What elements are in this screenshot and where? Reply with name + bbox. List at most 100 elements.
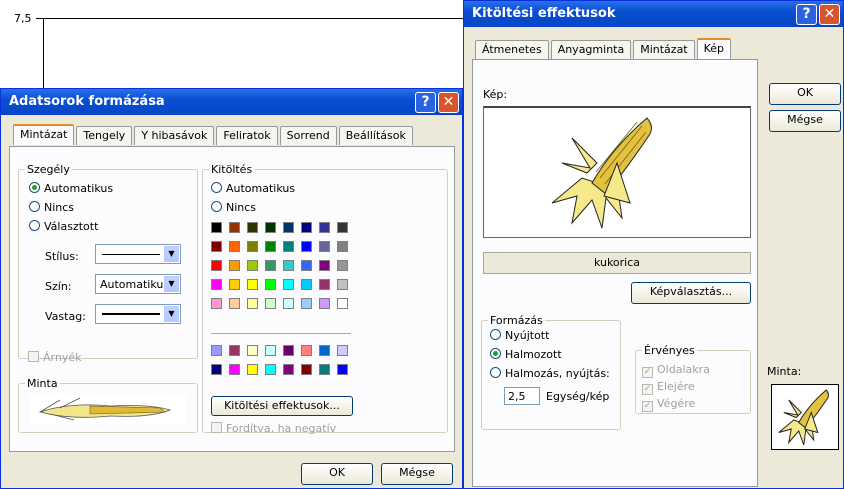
radio-fill-none[interactable]: Nincs: [211, 201, 256, 214]
color-swatch[interactable]: [283, 298, 294, 309]
color-swatch[interactable]: [319, 241, 330, 252]
color-swatch[interactable]: [319, 345, 330, 356]
color-swatch[interactable]: [319, 279, 330, 290]
corn-image: [542, 108, 667, 236]
radio-fill-auto[interactable]: Automatikus: [211, 182, 295, 195]
color-swatch[interactable]: [247, 279, 258, 290]
apply-group: Érvényes ✓ Oldalakra ✓ Elejére ✓ Végére: [635, 344, 751, 414]
color-swatch[interactable]: [229, 298, 240, 309]
color-swatch[interactable]: [229, 241, 240, 252]
color-swatch[interactable]: [301, 279, 312, 290]
color-swatch[interactable]: [283, 345, 294, 356]
end-checkbox[interactable]: ✓ Végére: [642, 397, 695, 412]
color-swatch[interactable]: [283, 364, 294, 375]
color-value: Automatikus: [100, 278, 170, 291]
color-swatch[interactable]: [211, 279, 222, 290]
color-swatch[interactable]: [265, 364, 276, 375]
radio-stretch[interactable]: Nyújtott: [490, 329, 549, 342]
color-swatch[interactable]: [265, 260, 276, 271]
color-swatch[interactable]: [247, 345, 258, 356]
color-swatch[interactable]: [211, 222, 222, 233]
tab-order[interactable]: Sorrend: [279, 126, 337, 145]
tab-labels[interactable]: Feliratok: [216, 126, 278, 145]
color-swatch[interactable]: [247, 298, 258, 309]
color-swatch[interactable]: [247, 260, 258, 271]
color-swatch[interactable]: [283, 241, 294, 252]
color-swatch[interactable]: [283, 260, 294, 271]
color-swatch[interactable]: [211, 364, 222, 375]
shadow-checkbox[interactable]: Árnyék: [28, 351, 81, 364]
cancel-button[interactable]: Mégse: [381, 463, 453, 485]
radio-border-custom[interactable]: Választott: [29, 220, 98, 233]
style-select[interactable]: ▼: [95, 244, 181, 264]
color-swatch[interactable]: [301, 298, 312, 309]
tab-pattern[interactable]: Mintázat: [633, 40, 695, 59]
tab-gradient[interactable]: Átmenetes: [475, 40, 549, 59]
color-swatch[interactable]: [229, 279, 240, 290]
tab-texture[interactable]: Anyagminta: [550, 40, 632, 59]
ok-button[interactable]: OK: [301, 463, 373, 485]
fill-effects-dialog: Kitöltési effektusok ? ✕ Átmenetes Anyag…: [463, 0, 844, 489]
tab-picture[interactable]: Kép: [696, 38, 732, 59]
close-icon[interactable]: ✕: [438, 92, 459, 113]
color-swatch[interactable]: [229, 345, 240, 356]
ok-button[interactable]: OK: [769, 83, 841, 105]
tab-error-bars[interactable]: Y hibasávok: [134, 126, 215, 145]
color-swatch[interactable]: [265, 222, 276, 233]
color-swatch[interactable]: [337, 279, 348, 290]
color-swatch[interactable]: [247, 364, 258, 375]
select-picture-button[interactable]: Képválasztás...: [631, 282, 751, 304]
color-swatch[interactable]: [337, 298, 348, 309]
weight-select[interactable]: ▼: [95, 304, 181, 324]
color-select[interactable]: Automatikus ▼: [95, 274, 181, 294]
radio-stack[interactable]: Halmozott: [490, 348, 562, 361]
invert-checkbox[interactable]: Fordítva, ha negatív: [211, 422, 336, 435]
tab-axis[interactable]: Tengely: [76, 126, 133, 145]
color-swatch[interactable]: [301, 364, 312, 375]
color-swatch[interactable]: [337, 364, 348, 375]
radio-border-auto[interactable]: Automatikus: [29, 182, 113, 195]
cancel-button[interactable]: Mégse: [769, 110, 841, 132]
color-swatch[interactable]: [283, 222, 294, 233]
color-swatch[interactable]: [265, 298, 276, 309]
color-swatch[interactable]: [337, 345, 348, 356]
radio-border-none[interactable]: Nincs: [29, 201, 74, 214]
color-swatch[interactable]: [283, 279, 294, 290]
color-swatch[interactable]: [301, 345, 312, 356]
color-swatch[interactable]: [229, 364, 240, 375]
close-icon[interactable]: ✕: [819, 4, 840, 25]
color-swatch[interactable]: [211, 298, 222, 309]
color-swatch[interactable]: [337, 222, 348, 233]
chart-axis: [43, 18, 44, 88]
units-input[interactable]: 2,5: [504, 387, 540, 405]
color-swatch[interactable]: [319, 364, 330, 375]
front-checkbox[interactable]: ✓ Elejére: [642, 380, 695, 395]
corn-thumbnail: [778, 389, 829, 446]
color-swatch[interactable]: [247, 222, 258, 233]
tab-options[interactable]: Beállítások: [338, 126, 413, 145]
color-swatch[interactable]: [337, 241, 348, 252]
color-swatch[interactable]: [265, 241, 276, 252]
radio-stack-scale[interactable]: Halmozás, nyújtás:: [490, 367, 610, 380]
color-swatch[interactable]: [301, 241, 312, 252]
color-swatch[interactable]: [337, 260, 348, 271]
color-swatch[interactable]: [319, 260, 330, 271]
sides-checkbox[interactable]: ✓ Oldalakra: [642, 363, 710, 378]
color-swatch[interactable]: [229, 222, 240, 233]
color-swatch[interactable]: [319, 222, 330, 233]
color-swatch[interactable]: [211, 241, 222, 252]
color-swatch[interactable]: [265, 345, 276, 356]
color-swatch[interactable]: [247, 241, 258, 252]
color-swatch[interactable]: [265, 279, 276, 290]
color-swatch[interactable]: [301, 260, 312, 271]
color-swatch[interactable]: [319, 298, 330, 309]
tab-pattern[interactable]: Mintázat: [13, 124, 75, 145]
color-swatch[interactable]: [211, 345, 222, 356]
help-icon[interactable]: ?: [415, 92, 436, 113]
checkbox-label: Elejére: [657, 380, 695, 393]
help-icon[interactable]: ?: [796, 4, 817, 25]
color-swatch[interactable]: [301, 222, 312, 233]
fill-effects-button[interactable]: Kitöltési effektusok...: [211, 396, 353, 416]
color-swatch[interactable]: [211, 260, 222, 271]
color-swatch[interactable]: [229, 260, 240, 271]
